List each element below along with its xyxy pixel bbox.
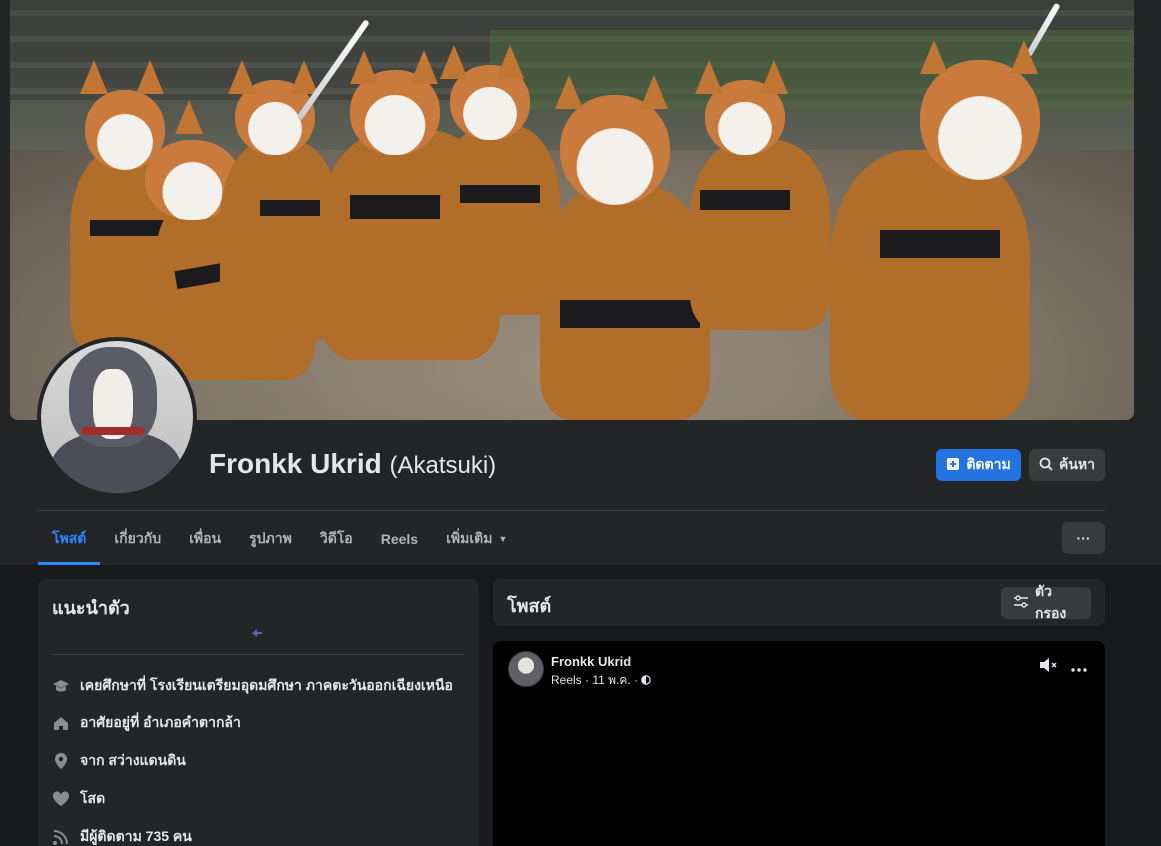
privacy-globe-icon — [641, 674, 651, 688]
profile-name-text: Fronkk Ukrid — [209, 448, 382, 479]
back-arrow-icon[interactable] — [249, 627, 265, 643]
cover-photo[interactable] — [10, 0, 1134, 420]
tab-label: วิดีโอ — [319, 529, 353, 546]
intro-relationship: โสด — [52, 788, 105, 810]
intro-followers-text: มีผู้ติดตาม 735 คน — [80, 828, 192, 844]
intro-from: จาก สว่างแดนดิน — [52, 750, 186, 772]
header-divider — [37, 510, 1105, 511]
follow-button[interactable]: ติดตาม — [936, 449, 1021, 481]
post-meta-text: Reels · 11 พ.ค. · — [551, 673, 639, 687]
avatar-photo — [41, 341, 193, 493]
location-pin-icon — [52, 752, 70, 770]
post-controls — [1039, 657, 1087, 676]
corgi-figure — [810, 40, 1050, 420]
caret-down-icon: ▼ — [498, 533, 508, 544]
profile-header: Fronkk Ukrid (Akatsuki) ติดตาม ค้นหา โพส… — [0, 0, 1161, 565]
post-meta: Reels · 11 พ.ค. · — [551, 671, 651, 690]
heart-icon — [52, 790, 70, 808]
sliders-icon — [1013, 594, 1029, 612]
intro-lives-in: อาศัยอยู่ที่ อำเภอคำตากล้า — [52, 712, 241, 734]
tab-videos[interactable]: วิดีโอ — [306, 512, 367, 565]
tab-about[interactable]: เกี่ยวกับ — [100, 512, 175, 565]
post-author-name[interactable]: Fronkk Ukrid — [551, 654, 631, 669]
intro-title: แนะนำตัว — [52, 598, 130, 618]
intro-followers[interactable]: มีผู้ติดตาม 735 คน — [52, 826, 192, 846]
rss-followers-icon — [52, 828, 70, 846]
intro-education-text: เคยศึกษาที่ โรงเรียนเตรียมอุดมศึกษา ภาคต… — [80, 677, 453, 693]
home-icon — [52, 714, 70, 732]
tab-label: โพสต์ — [52, 529, 87, 546]
post-ellipsis-icon[interactable] — [1071, 659, 1087, 675]
profile-name: Fronkk Ukrid (Akatsuki) — [209, 448, 496, 480]
intro-relationship-text: โสด — [80, 790, 106, 806]
post-author-avatar[interactable] — [508, 651, 544, 687]
follow-plus-icon — [946, 457, 960, 474]
profile-search-button[interactable]: ค้นหา — [1029, 449, 1105, 481]
mute-speaker-icon[interactable] — [1039, 657, 1057, 676]
tab-more[interactable]: เพิ่มเติม ▼ — [432, 512, 521, 565]
intro-education: เคยศึกษาที่ โรงเรียนเตรียมอุดมศึกษา ภาคต… — [52, 675, 453, 697]
follow-label: ติดตาม — [966, 456, 1011, 472]
intro-card: แนะนำตัว เคยศึกษาที่ โรงเรียนเตรียมอุดมศ… — [38, 579, 479, 846]
reel-post[interactable]: Fronkk Ukrid Reels · 11 พ.ค. · — [493, 641, 1105, 846]
search-label: ค้นหา — [1058, 456, 1096, 472]
corgi-figure — [690, 60, 830, 340]
graduation-cap-icon — [52, 677, 70, 695]
profile-alt-name: (Akatsuki) — [389, 452, 497, 479]
tab-label: รูปภาพ — [249, 529, 292, 546]
more-options-button[interactable]: ··· — [1062, 522, 1105, 554]
tab-label: เพื่อน — [189, 529, 222, 546]
tab-posts[interactable]: โพสต์ — [38, 512, 101, 565]
filter-button[interactable]: ตัวกรอง — [1001, 583, 1091, 621]
posts-title: โพสต์ — [507, 596, 552, 616]
ellipsis-icon: ··· — [1076, 530, 1091, 546]
profile-avatar[interactable] — [37, 337, 197, 497]
tab-label: เกี่ยวกับ — [114, 529, 162, 546]
filter-label: ตัวกรอง — [1035, 583, 1067, 621]
tab-label: Reels — [380, 530, 419, 547]
tab-friends[interactable]: เพื่อน — [175, 512, 235, 565]
profile-tabs: โพสต์ เกี่ยวกับ เพื่อน รูปภาพ วิดีโอ Ree… — [38, 512, 521, 565]
search-icon — [1039, 457, 1053, 474]
tab-label: เพิ่มเติม — [446, 529, 493, 546]
intro-from-text: จาก สว่างแดนดิน — [80, 752, 186, 768]
intro-divider — [52, 654, 464, 655]
tab-reels[interactable]: Reels — [367, 512, 432, 565]
tab-photos[interactable]: รูปภาพ — [235, 512, 306, 565]
intro-lives-in-text: อาศัยอยู่ที่ อำเภอคำตากล้า — [80, 714, 241, 730]
